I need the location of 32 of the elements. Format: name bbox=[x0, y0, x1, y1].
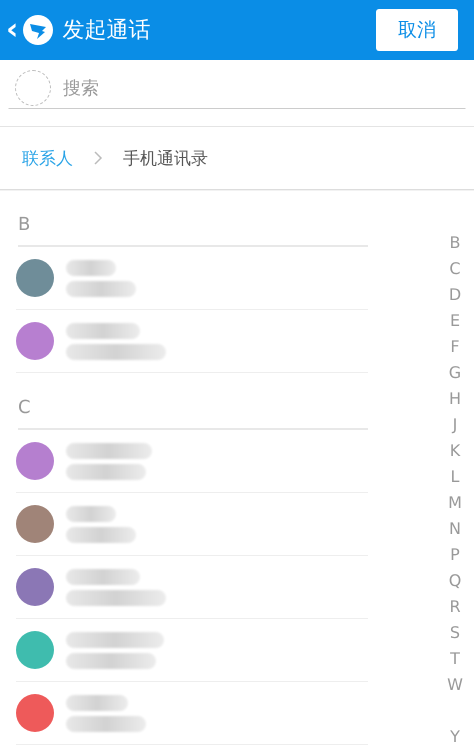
index-letter[interactable]: C bbox=[449, 256, 461, 282]
index-letter[interactable]: Y bbox=[450, 724, 460, 746]
index-letter[interactable]: L bbox=[450, 464, 460, 490]
index-letter[interactable]: B bbox=[450, 230, 460, 256]
index-letter[interactable]: G bbox=[448, 360, 462, 386]
index-letter[interactable]: P bbox=[450, 542, 460, 568]
chevron-right-icon bbox=[93, 150, 103, 166]
index-letter[interactable]: M bbox=[448, 490, 462, 516]
index-letter[interactable]: K bbox=[450, 438, 460, 464]
index-letter[interactable]: Q bbox=[448, 568, 462, 594]
index-letter[interactable]: W bbox=[447, 672, 463, 698]
search-field[interactable]: 搜索 bbox=[61, 76, 459, 100]
index-letter[interactable]: E bbox=[450, 308, 460, 334]
index-letter[interactable]: S bbox=[450, 620, 460, 646]
section-letter: B bbox=[18, 190, 368, 247]
window-title: 发起通话 bbox=[62, 17, 152, 45]
breadcrumb-link[interactable]: 手机通讯录 bbox=[123, 146, 208, 170]
index-letter[interactable]: N bbox=[449, 516, 461, 542]
index-letter[interactable]: J bbox=[452, 412, 458, 438]
breadcrumb-link[interactable]: 联系人 bbox=[22, 146, 73, 170]
index-letter[interactable]: H bbox=[448, 386, 462, 412]
back-button[interactable]: ‹ bbox=[6, 15, 18, 45]
avatar-placeholder-icon bbox=[15, 70, 51, 106]
blurred-text bbox=[66, 506, 136, 542]
section-letter: C bbox=[18, 373, 368, 430]
index-letter[interactable]: T bbox=[450, 646, 460, 672]
index-letter[interactable]: F bbox=[450, 334, 460, 360]
blurred-text bbox=[66, 260, 136, 296]
index-letter[interactable]: D bbox=[448, 282, 462, 308]
bird-logo-icon bbox=[22, 14, 54, 46]
cancel-button[interactable]: 取消 bbox=[376, 9, 458, 51]
index-letter[interactable]: R bbox=[449, 594, 461, 620]
